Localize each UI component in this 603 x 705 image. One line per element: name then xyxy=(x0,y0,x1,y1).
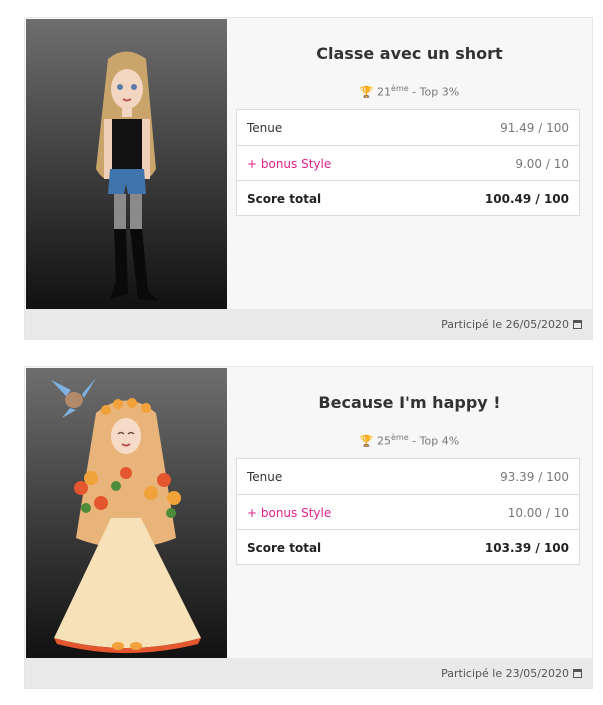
rank-line: 🏆 25ème - Top 4% xyxy=(237,433,582,448)
row-value: 9.00 / 10 xyxy=(515,157,569,171)
participation-text: Participé le 23/05/2020 xyxy=(441,667,569,680)
contest-card: Because I'm happy ! 🏆 25ème - Top 4% Ten… xyxy=(24,366,593,689)
rank-number: 21 xyxy=(377,85,392,99)
row-label: Score total xyxy=(247,192,322,206)
row-value: 103.39 / 100 xyxy=(484,541,569,555)
row-label: Tenue xyxy=(247,121,283,135)
row-label: Tenue xyxy=(247,470,283,484)
table-row: + bonus Style 9.00 / 10 xyxy=(237,145,579,181)
rank-suffix: ème xyxy=(391,84,409,93)
table-row: Tenue 93.39 / 100 xyxy=(237,459,579,494)
score-table: Tenue 93.39 / 100 + bonus Style 10.00 / … xyxy=(236,458,580,565)
card-footer: Participé le 23/05/2020 xyxy=(25,658,592,688)
row-value: 93.39 / 100 xyxy=(500,470,569,484)
avatar-image[interactable] xyxy=(26,368,227,658)
rank-suffix: ème xyxy=(391,433,409,442)
contest-card: Classe avec un short 🏆 21ème - Top 3% Te… xyxy=(24,17,593,340)
row-value: 91.49 / 100 xyxy=(500,121,569,135)
calendar-icon xyxy=(573,669,582,678)
row-label: + bonus Style xyxy=(247,506,332,520)
doll-figure xyxy=(96,51,158,301)
rank-number: 25 xyxy=(377,434,392,448)
table-row: + bonus Style 10.00 / 10 xyxy=(237,494,579,530)
avatar-image[interactable] xyxy=(26,19,227,309)
doll-figure xyxy=(51,378,201,653)
outfit-title: Because I'm happy ! xyxy=(318,393,501,412)
score-table: Tenue 91.49 / 100 + bonus Style 9.00 / 1… xyxy=(236,109,580,216)
table-row: Score total 103.39 / 100 xyxy=(237,529,579,565)
participation-date: Participé le 23/05/2020 xyxy=(441,667,582,680)
table-row: Tenue 91.49 / 100 xyxy=(237,110,579,145)
outfit-title: Classe avec un short xyxy=(316,44,503,63)
trophy-icon: 🏆 xyxy=(359,85,374,99)
table-row: Score total 100.49 / 100 xyxy=(237,180,579,216)
trophy-icon: 🏆 xyxy=(359,434,374,448)
row-value: 100.49 / 100 xyxy=(484,192,569,206)
calendar-icon xyxy=(573,320,582,329)
row-label: + bonus Style xyxy=(247,157,332,171)
row-value: 10.00 / 10 xyxy=(507,506,569,520)
row-label: Score total xyxy=(247,541,322,555)
rank-top: - Top 4% xyxy=(408,434,460,448)
participation-date: Participé le 26/05/2020 xyxy=(441,318,582,331)
rank-line: 🏆 21ème - Top 3% xyxy=(237,84,582,99)
rank-top: - Top 3% xyxy=(408,85,460,99)
participation-text: Participé le 26/05/2020 xyxy=(441,318,569,331)
card-footer: Participé le 26/05/2020 xyxy=(25,309,592,339)
